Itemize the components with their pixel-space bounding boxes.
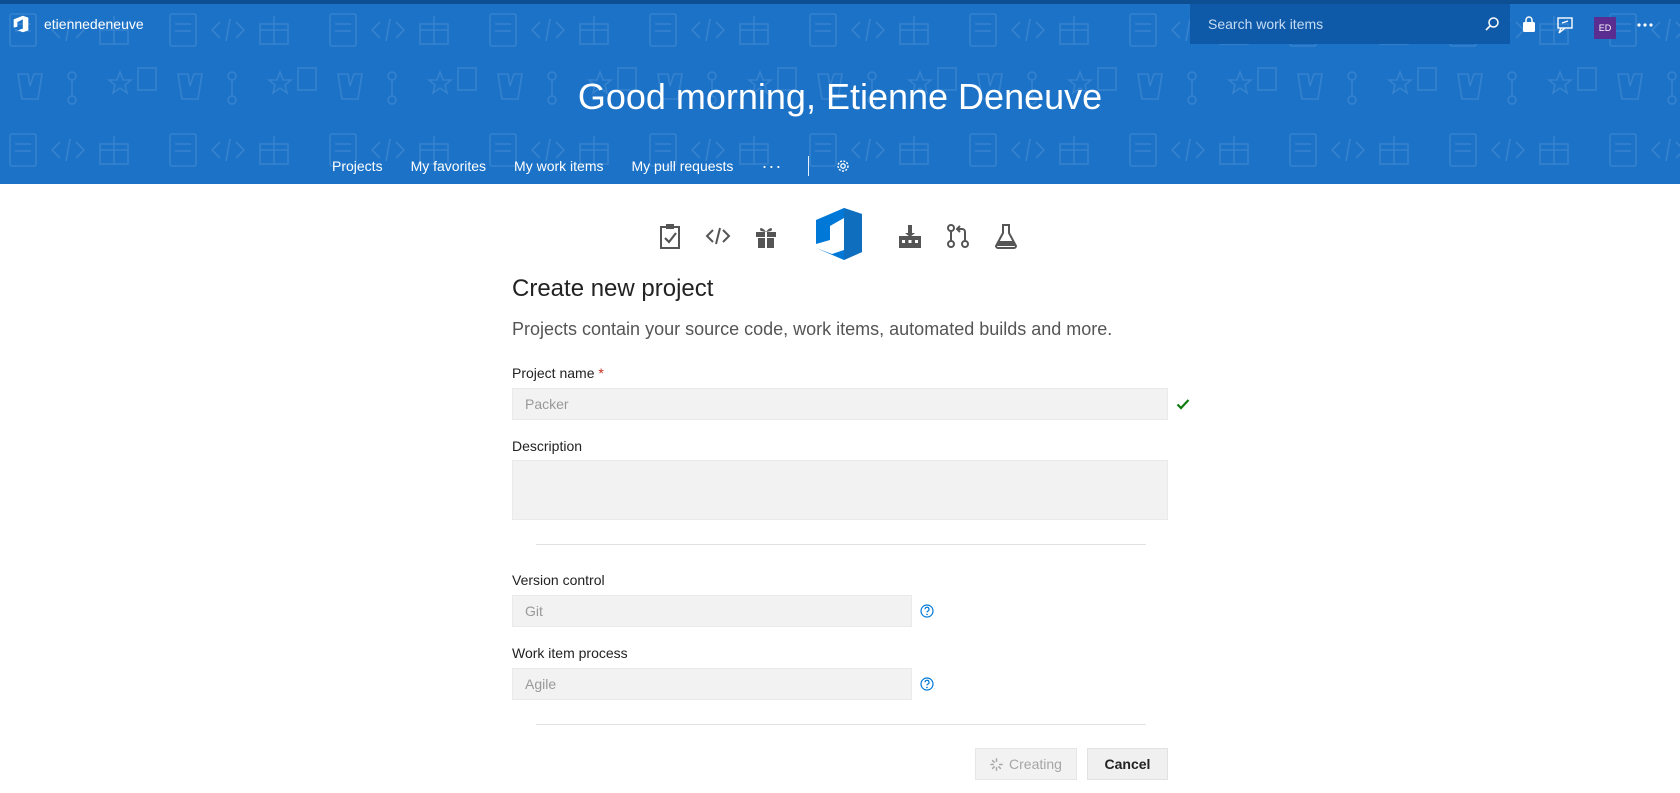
- avatar[interactable]: ED: [1594, 17, 1616, 39]
- valid-check-icon: [1176, 399, 1190, 410]
- top-bar: etiennedeneuve ED: [0, 4, 1680, 44]
- description-field[interactable]: [512, 460, 1168, 520]
- nav-separator: [808, 156, 810, 176]
- feedback-icon[interactable]: [1556, 16, 1574, 34]
- vsts-logo-icon: [13, 15, 29, 33]
- page-subtitle: Projects contain your source code, work …: [512, 319, 1113, 339]
- cancel-button[interactable]: Cancel: [1087, 748, 1168, 780]
- search-icon[interactable]: [1484, 16, 1500, 32]
- search-input[interactable]: [1206, 15, 1480, 33]
- process-label: Work item process: [512, 645, 628, 661]
- search-box: [1190, 4, 1510, 44]
- test-flask-icon: [994, 224, 1018, 249]
- code-icon: [705, 227, 731, 245]
- shopping-bag-icon[interactable]: [1520, 16, 1538, 34]
- tab-projects[interactable]: Projects: [332, 158, 383, 174]
- pull-request-icon: [947, 224, 969, 248]
- greeting-title: Good morning, Etienne Deneuve: [577, 76, 1103, 117]
- hub-nav: Projects My favorites My work items My p…: [332, 156, 851, 176]
- tab-work-items[interactable]: My work items: [514, 158, 603, 174]
- spinner-icon: [990, 757, 1003, 771]
- service-icons: [0, 204, 1680, 264]
- page-title: Create new project: [512, 275, 714, 302]
- project-name-label: Project name *: [512, 365, 604, 381]
- version-control-select[interactable]: Git: [512, 595, 912, 627]
- artifacts-gift-icon: [756, 228, 776, 248]
- creating-button[interactable]: Creating: [975, 748, 1077, 780]
- description-label: Description: [512, 438, 583, 454]
- create-project-form: Create new project Projects contain your…: [512, 275, 1212, 780]
- tab-favorites[interactable]: My favorites: [411, 158, 486, 174]
- vsts-logo-icon: [816, 208, 862, 260]
- project-name-label-text: Project name: [512, 365, 595, 381]
- more-options-icon[interactable]: [1636, 16, 1654, 34]
- nav-more-button[interactable]: ···: [761, 157, 782, 175]
- version-control-label: Version control: [512, 572, 605, 588]
- project-name-field[interactable]: Packer: [512, 388, 1168, 420]
- creating-label: Creating: [1009, 756, 1062, 772]
- help-icon[interactable]: [920, 604, 934, 618]
- hub-banner: etiennedeneuve ED Good morning, Etienne …: [0, 4, 1680, 184]
- build-factory-icon: [899, 225, 921, 248]
- boards-clipboard-icon: [660, 224, 680, 249]
- tab-pull-requests[interactable]: My pull requests: [632, 158, 734, 174]
- process-select[interactable]: Agile: [512, 668, 912, 700]
- gear-icon[interactable]: [835, 158, 851, 174]
- help-icon[interactable]: [920, 677, 934, 691]
- section-divider: [536, 544, 1146, 545]
- required-marker: *: [598, 365, 604, 381]
- org-name: etiennedeneuve: [44, 16, 144, 32]
- section-divider: [536, 724, 1146, 725]
- org-link[interactable]: etiennedeneuve: [10, 13, 144, 35]
